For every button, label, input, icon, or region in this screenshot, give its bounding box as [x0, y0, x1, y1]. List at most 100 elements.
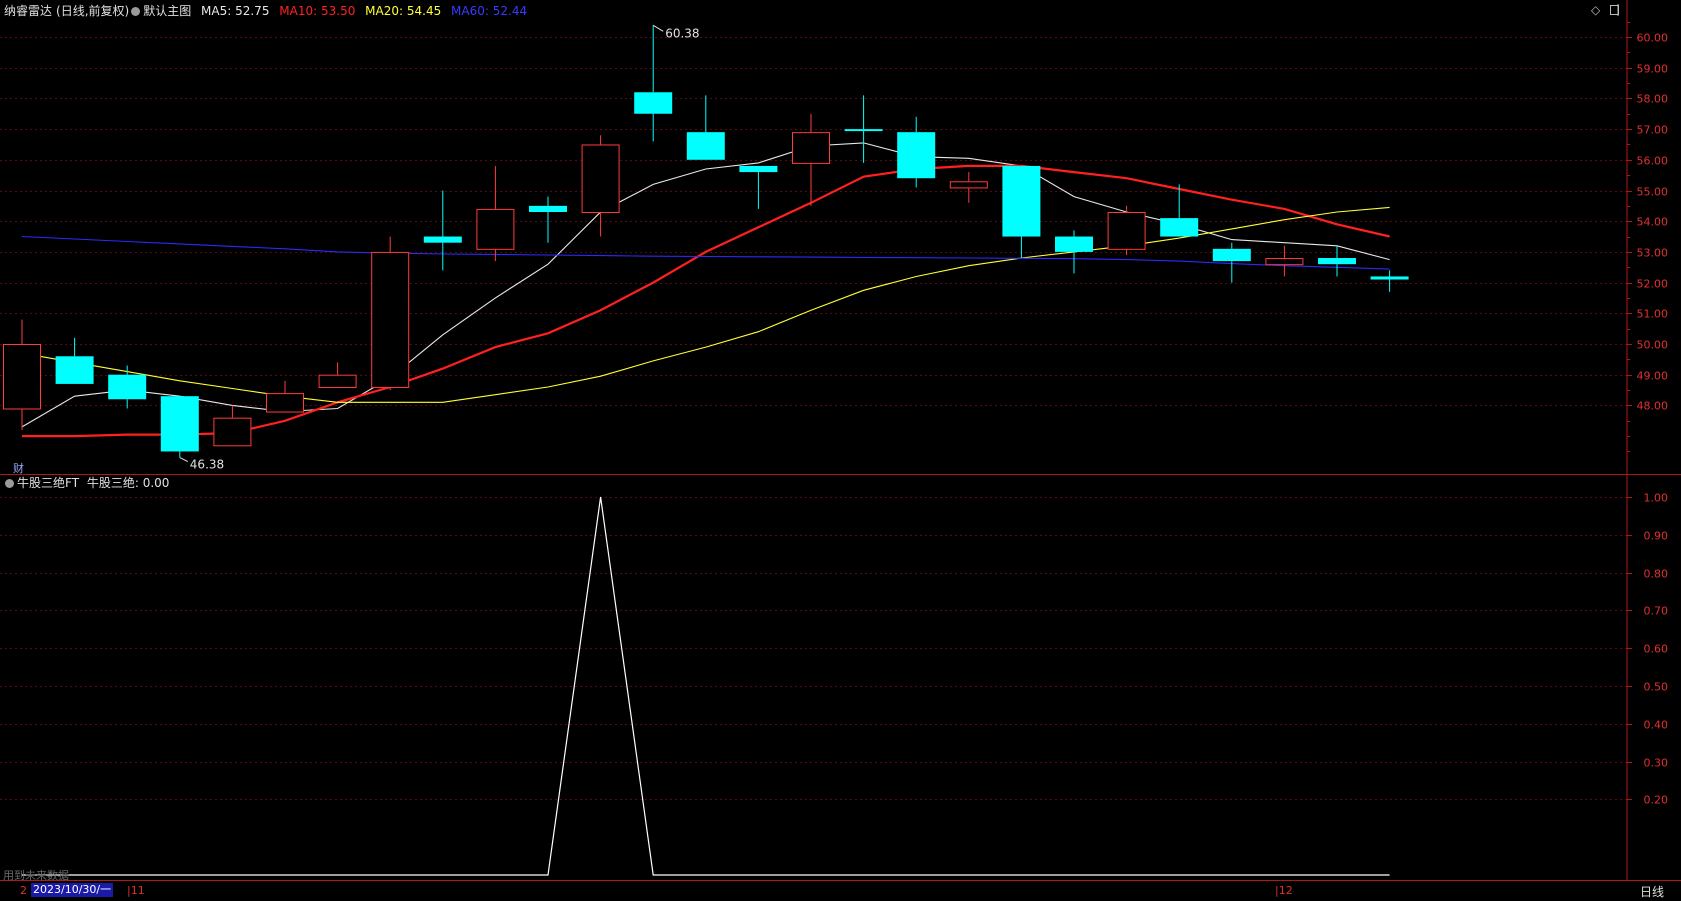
candle [1107, 205, 1146, 255]
candle [1370, 270, 1409, 292]
indicator-tick-label: 0.80 [1644, 568, 1669, 581]
candle-body-down [1055, 236, 1093, 252]
candle-body-down [1002, 165, 1041, 237]
candle-body-down [844, 129, 883, 132]
candle-body-up [1107, 211, 1146, 250]
price-tick-label: 55.00 [1637, 186, 1669, 199]
candle [213, 405, 252, 447]
month-label-nov: |11 [127, 884, 145, 897]
price-tick-label: 48.00 [1637, 400, 1669, 413]
candle-body-down [1318, 258, 1356, 265]
candle-body-up [213, 417, 252, 447]
candle [844, 95, 883, 163]
future-data-notice: 用到未来数据 [3, 869, 69, 882]
indicator-header: 牛股三绝FT 牛股三绝: 0.00 [3, 476, 169, 490]
candle [739, 165, 778, 209]
candle-body-down [1212, 248, 1251, 262]
candle [1265, 245, 1304, 277]
candle [581, 135, 620, 237]
ma-line-ma5 [21, 142, 1390, 428]
indicator-name[interactable]: 牛股三绝FT [17, 476, 79, 490]
cursor-date-label: 2023/10/30/一 [31, 883, 114, 897]
window-toggle-icon[interactable] [1610, 5, 1619, 15]
settings-dot-icon[interactable] [131, 7, 141, 16]
main-chart-header: 纳睿雷达 (日线,前复权) 默认主图 MA5: 52.75 MA10: 53.50 … [4, 4, 527, 18]
indicator-tick-label: 0.70 [1644, 605, 1669, 618]
price-tick-label: 60.00 [1637, 32, 1669, 45]
candle [371, 236, 410, 391]
ma5-legend: MA5: 52.75 [201, 4, 270, 18]
ma60-legend: MA60: 52.44 [451, 4, 528, 18]
candle [3, 319, 41, 430]
indicator-settings-icon[interactable] [5, 479, 14, 488]
month-label-dec: |12 [1275, 884, 1293, 897]
chart-canvas[interactable]: 60.38 46.38 48.00 49.00 50.00 51.00 52.00 53.0… [0, 0, 1681, 901]
candle-body-up [371, 251, 410, 388]
price-annotations: 60.38 46.38 [179, 24, 700, 472]
candle-body-up [3, 344, 41, 410]
candlestick-series [3, 25, 1409, 458]
candle-body-up [318, 374, 357, 388]
candle-body-down [739, 165, 778, 173]
candle-body-down [529, 205, 567, 212]
candle [318, 362, 357, 388]
high-marker-line [652, 24, 664, 32]
indicator-tick-label: 0.30 [1644, 757, 1669, 770]
moving-average-lines [21, 142, 1390, 438]
period-label: (日线,前复权) [56, 4, 130, 18]
candle [897, 116, 936, 188]
candle-body-up [266, 393, 304, 413]
candle [160, 396, 199, 458]
candle [792, 113, 830, 206]
candle-body-down [1160, 218, 1199, 237]
high-annotation: 60.38 [665, 26, 699, 40]
price-tick-label: 59.00 [1637, 63, 1669, 76]
month-label-oct: 2 [20, 884, 27, 897]
candle-body-down [686, 132, 725, 160]
candle-body-up [581, 144, 620, 213]
indicator-value: 牛股三绝: 0.00 [86, 476, 170, 490]
price-tick-label: 51.00 [1637, 308, 1669, 321]
period-button[interactable]: 日线 [1640, 883, 1664, 900]
price-tick-label: 50.00 [1637, 339, 1669, 352]
price-tick-label: 49.00 [1637, 370, 1669, 383]
ma-line-ma10 [22, 164, 1390, 438]
candle-body-up [1265, 258, 1304, 266]
candle-body-up [949, 181, 988, 189]
indicator-tick-label: 0.20 [1644, 794, 1669, 807]
candle-body-down [423, 236, 462, 243]
candle [634, 25, 673, 142]
candle [108, 365, 147, 409]
candle-body-down [55, 356, 94, 384]
y-axis-ticks: 48.00 49.00 50.00 51.00 52.00 53.00 54.00 55.00… [1627, 22, 1669, 807]
ma10-legend: MA10: 53.50 [279, 4, 356, 18]
candle-body-down [1370, 276, 1409, 280]
candle [1055, 230, 1093, 274]
price-tick-label: 56.00 [1637, 155, 1669, 168]
candle-body-down [634, 92, 673, 114]
candle [1002, 165, 1041, 259]
candle [949, 172, 988, 203]
candle-body-up [476, 208, 515, 250]
candle [423, 190, 462, 271]
stock-name: 纳睿雷达 [4, 4, 53, 18]
indicator-tick-label: 1.00 [1644, 492, 1669, 505]
low-marker-line [179, 457, 189, 463]
price-tick-label: 57.00 [1637, 124, 1669, 137]
indicator-tick-label: 0.60 [1644, 643, 1669, 656]
candle [686, 95, 725, 160]
diamond-icon[interactable]: ◇ [1591, 3, 1600, 17]
finance-badge[interactable]: 财 [13, 460, 24, 476]
candle-body-up [792, 132, 830, 164]
indicator-tick-label: 0.90 [1644, 530, 1669, 543]
candle [266, 380, 304, 413]
axes [0, 0, 1681, 881]
candle-body-down [897, 132, 936, 179]
price-tick-label: 52.00 [1637, 278, 1669, 291]
main-indicator-label[interactable]: 默认主图 [143, 4, 191, 18]
indicator-tick-label: 0.50 [1644, 681, 1669, 694]
low-annotation: 46.38 [190, 458, 224, 472]
candle-body-down [108, 374, 147, 400]
price-tick-label: 54.00 [1637, 216, 1669, 229]
price-tick-label: 53.00 [1637, 247, 1669, 260]
